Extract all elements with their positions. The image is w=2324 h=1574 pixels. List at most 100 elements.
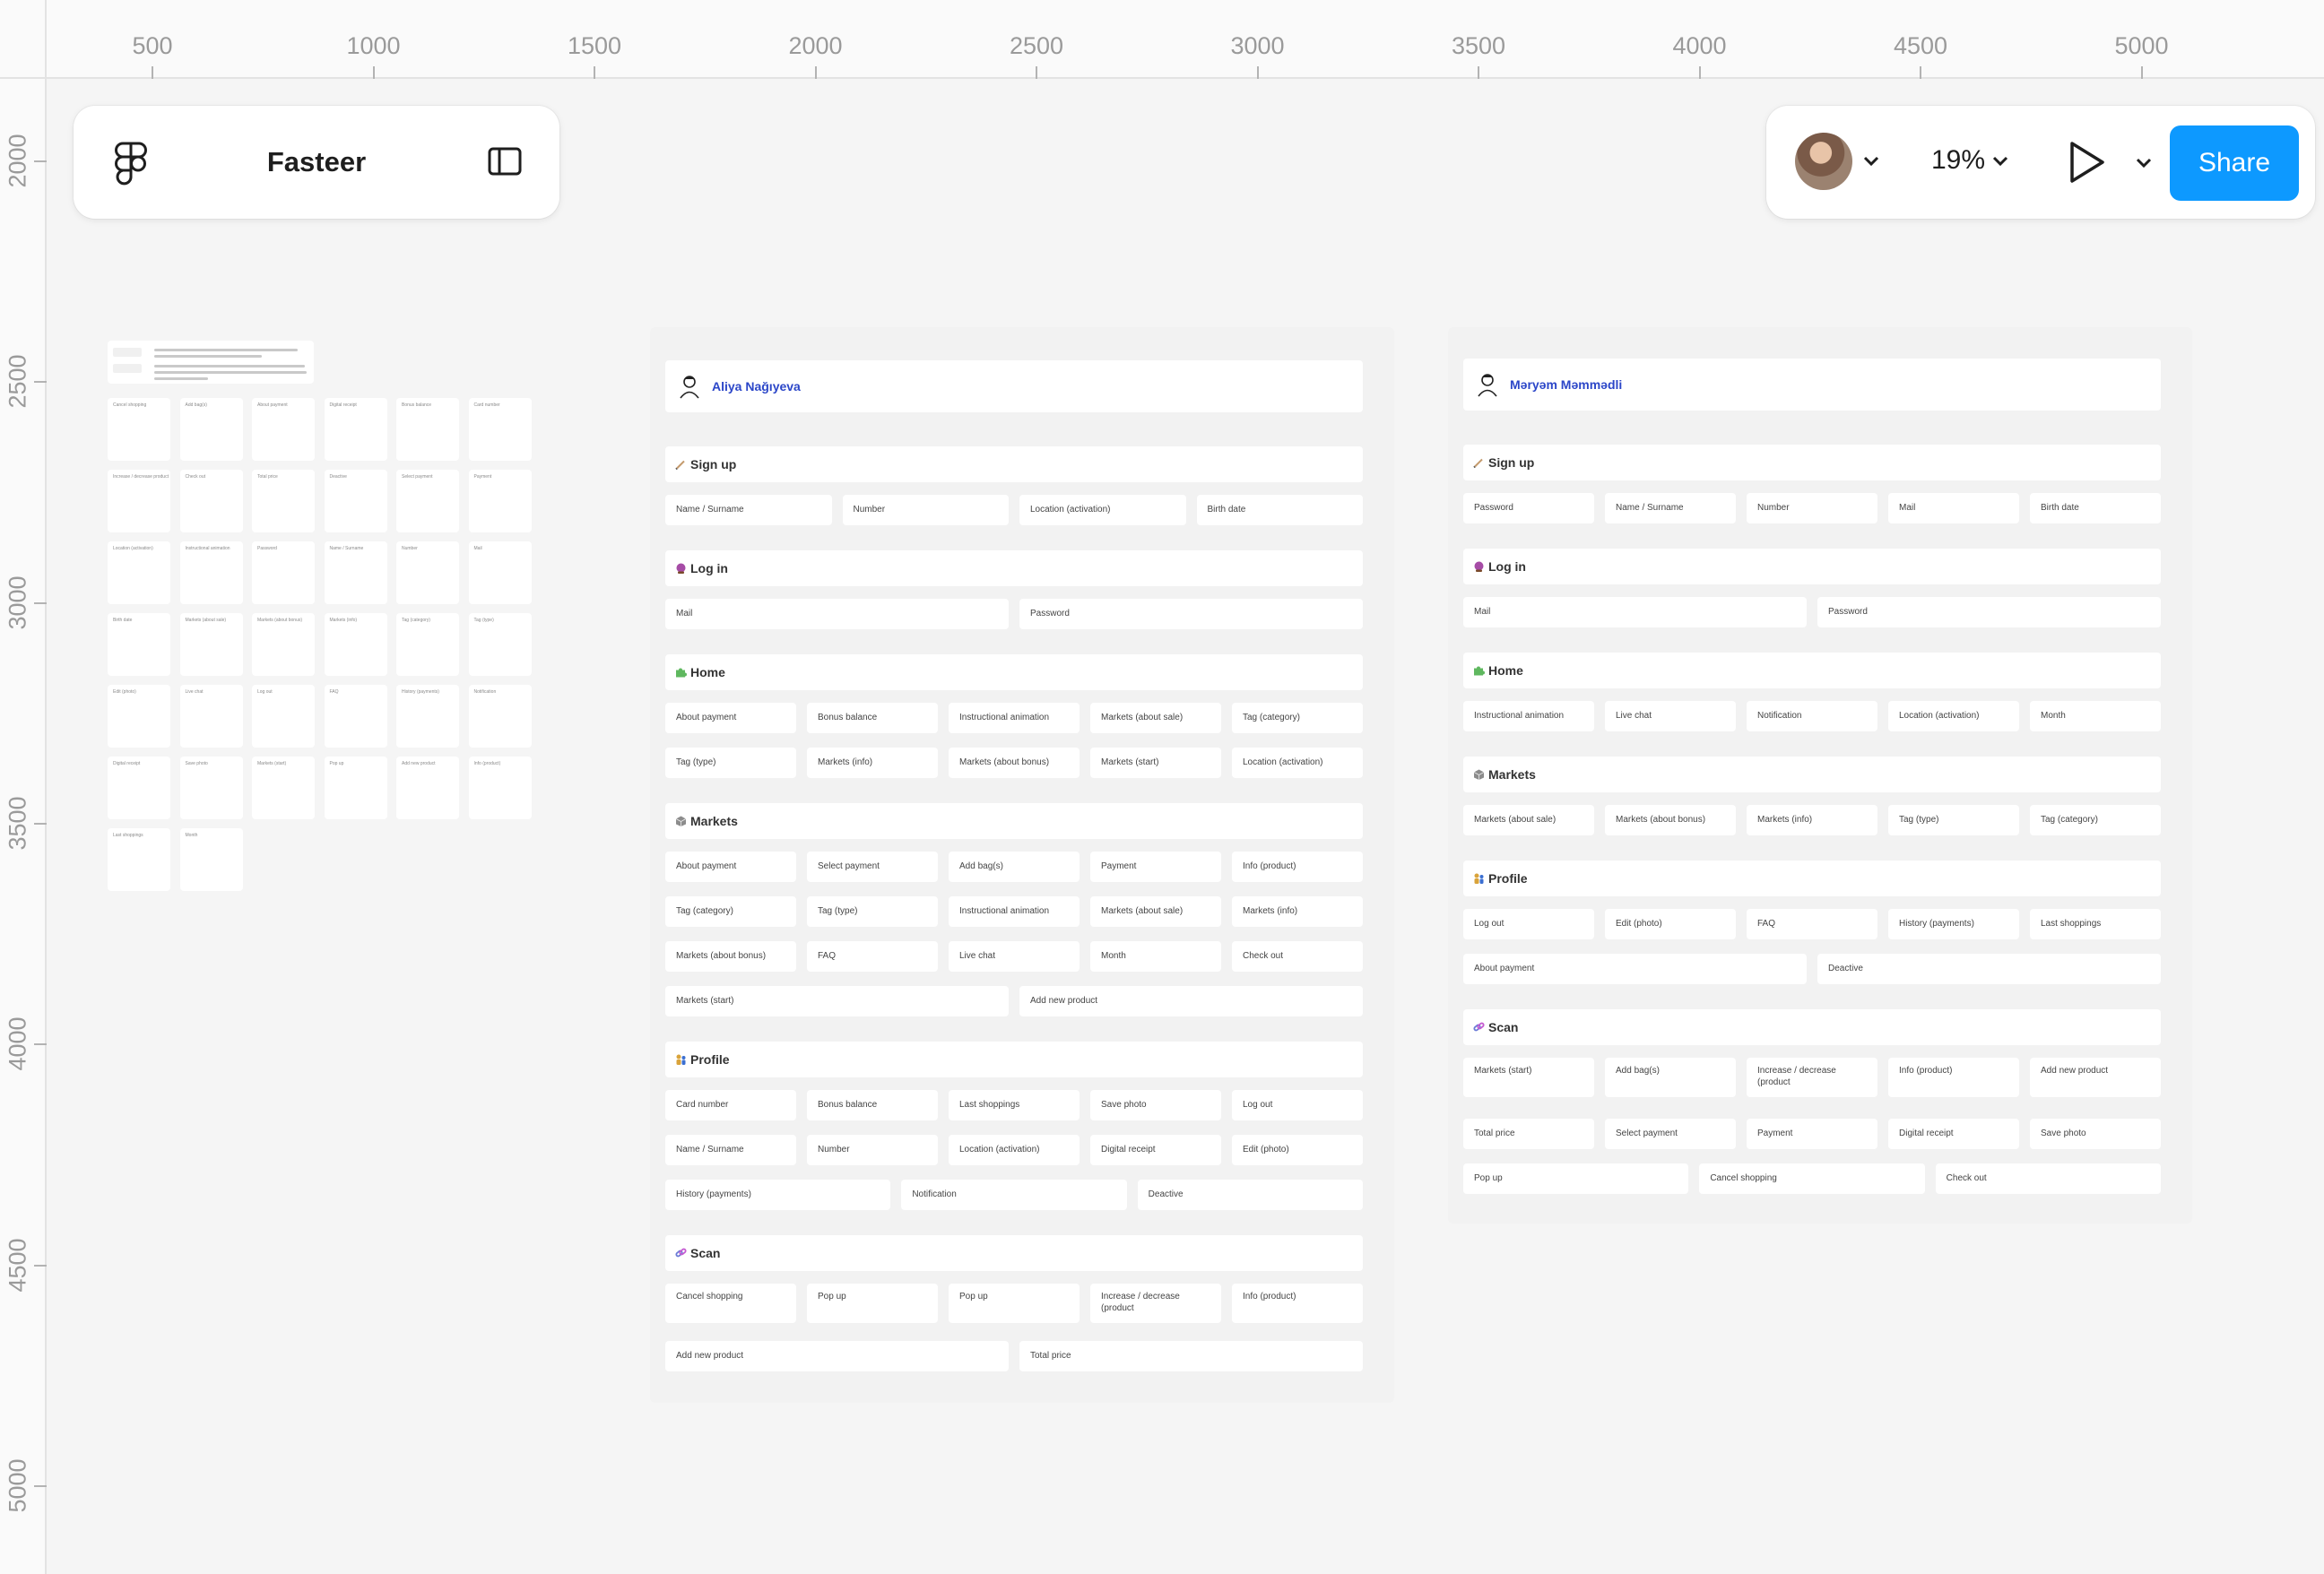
feature-chip[interactable]: Total price (1463, 1119, 1594, 1149)
mini-card[interactable]: Info (product) (468, 757, 532, 819)
feature-chip[interactable]: Add bag(s) (1605, 1058, 1736, 1097)
feature-chip[interactable]: Digital receipt (1090, 1135, 1221, 1165)
section-header-profile[interactable]: Profile (665, 1042, 1363, 1077)
feature-chip[interactable]: FAQ (807, 941, 938, 972)
feature-chip[interactable]: Check out (1935, 1163, 2161, 1194)
feature-chip[interactable]: Mail (665, 599, 1009, 629)
feature-chip[interactable]: Markets (start) (665, 986, 1009, 1016)
section-header-log-in[interactable]: Log in (665, 550, 1363, 586)
chevron-down-icon[interactable] (1992, 156, 2008, 167)
mini-card[interactable]: Deactive (324, 470, 387, 532)
section-header-home[interactable]: Home (1463, 653, 2161, 688)
feature-chip[interactable]: Digital receipt (1888, 1119, 2019, 1149)
section-header-markets[interactable]: Markets (665, 803, 1363, 839)
feature-chip[interactable]: Tag (type) (1888, 805, 2019, 835)
mini-card[interactable]: Markets (about sale) (179, 613, 243, 676)
feature-chip[interactable]: Check out (1232, 941, 1363, 972)
feature-chip[interactable]: Cancel shopping (665, 1284, 796, 1323)
feature-chip[interactable]: Markets (about bonus) (949, 748, 1080, 778)
section-header-log-in[interactable]: Log in (1463, 549, 2161, 584)
feature-chip[interactable]: Log out (1463, 909, 1594, 939)
feature-chip[interactable]: Cancel shopping (1699, 1163, 1925, 1194)
mini-card[interactable]: Tag (category) (396, 613, 459, 676)
feature-chip[interactable]: Total price (1019, 1341, 1363, 1371)
zoom-level[interactable]: 19% (1931, 145, 1985, 176)
file-title[interactable]: Fasteer (74, 146, 559, 178)
feature-chip[interactable]: Info (product) (1888, 1058, 2019, 1097)
mini-card[interactable]: Cancel shopping (108, 398, 170, 461)
mini-card[interactable]: Save photo (179, 757, 243, 819)
section-header-markets[interactable]: Markets (1463, 757, 2161, 792)
feature-chip[interactable]: Markets (about sale) (1090, 703, 1221, 733)
feature-chip[interactable]: Pop up (807, 1284, 938, 1323)
chevron-down-icon[interactable] (2136, 158, 2152, 169)
mini-card[interactable]: Add bag(s) (179, 398, 243, 461)
feature-chip[interactable]: About payment (1463, 954, 1807, 984)
feature-chip[interactable]: Edit (photo) (1605, 909, 1736, 939)
feature-chip[interactable]: Payment (1090, 852, 1221, 882)
feature-chip[interactable]: Birth date (1196, 495, 1363, 525)
feature-chip[interactable]: Notification (1747, 701, 1877, 731)
section-header-home[interactable]: Home (665, 654, 1363, 690)
feature-chip[interactable]: Name / Surname (665, 1135, 796, 1165)
person-header[interactable]: Məryəm Məmmədli (1463, 359, 2161, 411)
mini-card[interactable]: About payment (252, 398, 315, 461)
section-header-scan[interactable]: Scan (665, 1235, 1363, 1271)
mini-card[interactable]: Mail (468, 541, 532, 604)
feature-chip[interactable]: Tag (category) (1232, 703, 1363, 733)
feature-chip[interactable]: About payment (665, 703, 796, 733)
feature-chip[interactable]: Mail (1463, 597, 1807, 627)
mini-card[interactable]: Name / Surname (324, 541, 387, 604)
share-button[interactable]: Share (2170, 125, 2299, 201)
mini-card[interactable]: Increase / decrease product (108, 470, 170, 532)
feature-chip[interactable]: Markets (info) (1747, 805, 1877, 835)
mini-card[interactable]: FAQ (324, 685, 387, 748)
feature-chip[interactable]: Add new product (2030, 1058, 2161, 1097)
mini-card[interactable]: Select payment (396, 470, 459, 532)
mini-card[interactable]: Log out (252, 685, 315, 748)
feature-chip[interactable]: Deactive (1817, 954, 2161, 984)
mini-card[interactable]: Digital receipt (324, 398, 387, 461)
feature-chip[interactable]: Live chat (949, 941, 1080, 972)
feature-chip[interactable]: Pop up (1463, 1163, 1689, 1194)
mini-card[interactable]: Number (396, 541, 459, 604)
feature-chip[interactable]: Markets (info) (1232, 896, 1363, 927)
feature-chip[interactable]: Name / Surname (665, 495, 832, 525)
mini-card[interactable]: Digital receipt (108, 757, 170, 819)
feature-chip[interactable]: Deactive (1137, 1180, 1363, 1210)
feature-chip[interactable]: Bonus balance (807, 703, 938, 733)
feature-chip[interactable]: Card number (665, 1090, 796, 1120)
feature-chip[interactable]: Last shoppings (949, 1090, 1080, 1120)
feature-chip[interactable]: Last shoppings (2030, 909, 2161, 939)
mini-card[interactable]: Markets (start) (252, 757, 315, 819)
feature-chip[interactable]: Month (2030, 701, 2161, 731)
feature-chip[interactable]: Bonus balance (807, 1090, 938, 1120)
feature-chip[interactable]: Location (activation) (1888, 701, 2019, 731)
feature-chip[interactable]: Password (1019, 599, 1363, 629)
feature-chip[interactable]: Log out (1232, 1090, 1363, 1120)
mini-card[interactable]: Markets (info) (324, 613, 387, 676)
play-icon[interactable] (2068, 140, 2107, 185)
feature-chip[interactable]: Name / Surname (1605, 493, 1736, 523)
feature-chip[interactable]: Markets (about sale) (1090, 896, 1221, 927)
feature-chip[interactable]: Tag (type) (807, 896, 938, 927)
mini-card[interactable]: Birth date (108, 613, 170, 676)
feature-chip[interactable]: Instructional animation (949, 703, 1080, 733)
feature-chip[interactable]: Add bag(s) (949, 852, 1080, 882)
mini-card[interactable]: Markets (about bonus) (252, 613, 315, 676)
feature-chip[interactable]: About payment (665, 852, 796, 882)
mini-card[interactable]: Location (activation) (108, 541, 170, 604)
mini-card[interactable]: Edit (photo) (108, 685, 170, 748)
section-header-sign-up[interactable]: Sign up (665, 446, 1363, 482)
mini-card[interactable]: History (payments) (396, 685, 459, 748)
feature-chip[interactable]: Markets (about bonus) (1605, 805, 1736, 835)
chevron-down-icon[interactable] (1863, 156, 1879, 167)
feature-chip[interactable]: Birth date (2030, 493, 2161, 523)
feature-chip[interactable]: Markets (info) (807, 748, 938, 778)
mini-card[interactable]: Total price (252, 470, 315, 532)
person-header[interactable]: Aliya Nağıyeva (665, 360, 1363, 412)
mini-card[interactable]: Month (179, 828, 243, 891)
feature-chip[interactable]: History (payments) (1888, 909, 2019, 939)
feature-chip[interactable]: Payment (1747, 1119, 1877, 1149)
mini-card[interactable]: Card number (468, 398, 532, 461)
